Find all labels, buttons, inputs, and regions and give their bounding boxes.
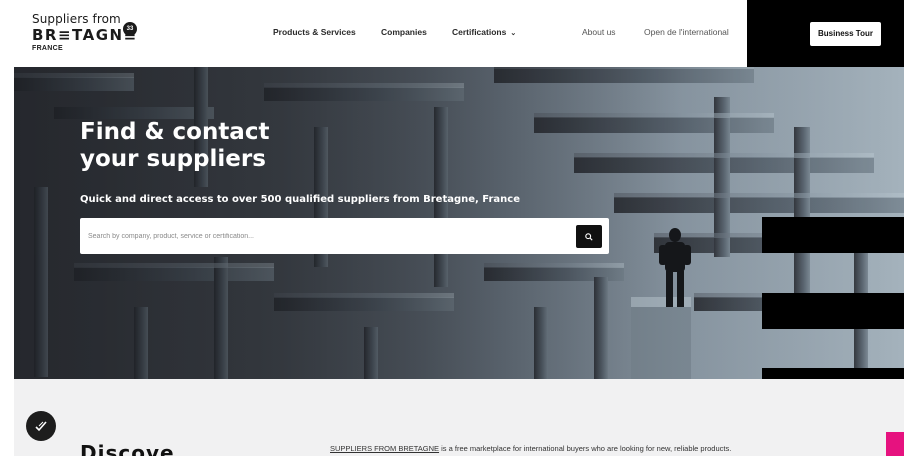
tagline-text: is a free marketplace for international … bbox=[439, 444, 732, 453]
logo-line-3: FRANCE bbox=[32, 45, 63, 52]
page: Suppliers from BR≡TAGN≡ FRANCE 33 Produc… bbox=[0, 0, 904, 456]
pink-accent-tab[interactable] bbox=[886, 432, 904, 456]
redacted-block-2 bbox=[762, 293, 904, 329]
search-input[interactable] bbox=[80, 218, 570, 254]
nav-about-us[interactable]: About us bbox=[582, 27, 616, 37]
section-tagline: SUPPLIERS FROM BRETAGNE is a free market… bbox=[330, 444, 731, 453]
tagline-brand-link[interactable]: SUPPLIERS FROM BRETAGNE bbox=[330, 444, 439, 453]
hero-title-line-1: Find & contact bbox=[80, 119, 270, 145]
nav-products-services[interactable]: Products & Services bbox=[273, 27, 356, 37]
logo-badge: 33 bbox=[123, 22, 137, 36]
search-bar bbox=[80, 218, 609, 254]
hero-title-line-2: your suppliers bbox=[80, 146, 266, 172]
search-button[interactable] bbox=[576, 225, 602, 248]
nav-certifications-label: Certifications bbox=[452, 27, 507, 37]
chevron-down-icon: ⌄ bbox=[510, 30, 517, 37]
floating-badge-button[interactable] bbox=[26, 411, 56, 441]
business-tour-button[interactable]: Business Tour bbox=[810, 22, 881, 46]
section-heading: Discove bbox=[80, 441, 175, 456]
nav-open-international[interactable]: Open de l'international bbox=[644, 27, 729, 37]
search-icon bbox=[585, 232, 593, 241]
hero-title: Find & contact your suppliers bbox=[80, 119, 269, 173]
leaf-check-icon bbox=[35, 421, 47, 432]
hero-subtitle: Quick and direct access to over 500 qual… bbox=[80, 194, 521, 205]
nav-companies[interactable]: Companies bbox=[381, 27, 427, 37]
redacted-block-1 bbox=[762, 217, 904, 253]
logo[interactable]: Suppliers from BR≡TAGN≡ FRANCE 33 bbox=[32, 13, 142, 59]
nav-certifications[interactable]: Certifications ⌄ bbox=[452, 27, 516, 37]
